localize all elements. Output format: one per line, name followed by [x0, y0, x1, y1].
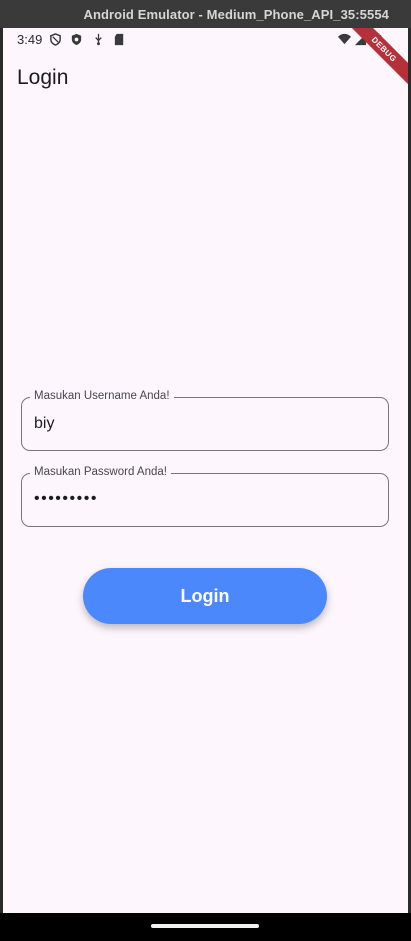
window-title: Android Emulator - Medium_Phone_API_35:5… [83, 6, 389, 22]
shield-outline-icon [50, 33, 61, 46]
username-label: Masukan Username Anda! [30, 390, 174, 402]
home-gesture-handle[interactable] [151, 924, 259, 928]
username-value[interactable]: biy [34, 415, 54, 433]
login-button[interactable]: Login [83, 568, 327, 624]
phone-screen: 3:49 DEBUG Login Masukan Username Anda! … [3, 28, 408, 913]
sd-card-icon [114, 33, 124, 46]
usb-icon [95, 33, 102, 46]
wifi-icon [338, 33, 351, 45]
status-time: 3:49 [17, 32, 43, 47]
emulator-titlebar: Android Emulator - Medium_Phone_API_35:5… [0, 0, 411, 28]
shield-filled-icon [71, 33, 82, 46]
page-title: Login [17, 66, 69, 89]
username-field[interactable]: Masukan Username Anda! biy [21, 390, 389, 451]
password-field[interactable]: Masukan Password Anda! ••••••••• [21, 466, 389, 527]
status-bar: 3:49 DEBUG [3, 28, 408, 91]
password-label: Masukan Password Anda! [30, 466, 171, 478]
password-value[interactable]: ••••••••• [34, 490, 98, 508]
navigation-bar [0, 913, 411, 941]
emulator-window: Android Emulator - Medium_Phone_API_35:5… [0, 0, 411, 941]
